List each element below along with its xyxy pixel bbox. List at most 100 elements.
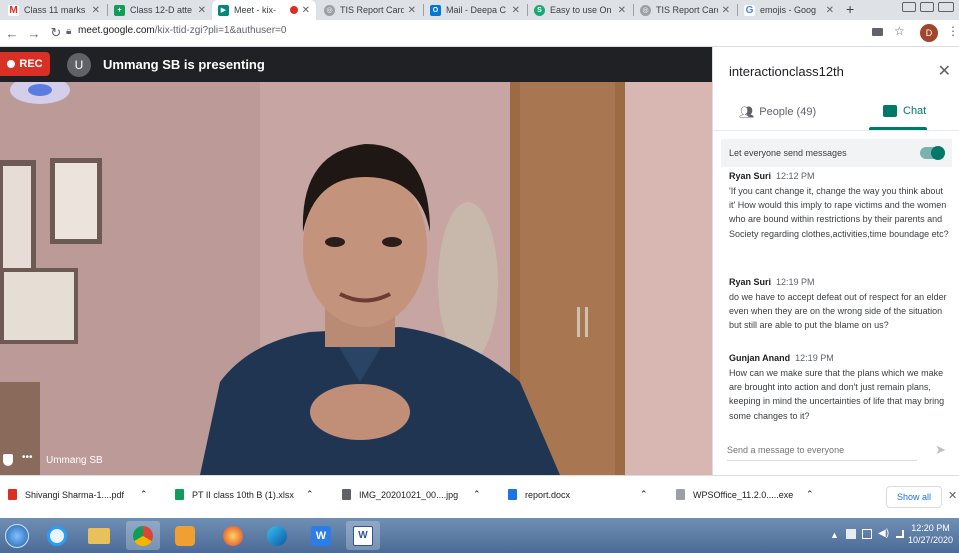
download-chevron-icon[interactable]: ⌃ [640, 489, 648, 500]
reload-icon[interactable]: ↻ [48, 25, 64, 41]
forward-arrow-icon[interactable]: → [26, 25, 42, 41]
camera-icon[interactable] [872, 28, 883, 36]
tab-close-icon[interactable]: ✕ [618, 5, 626, 16]
download-item[interactable]: PT II class 10th B (1).xlsx [175, 489, 294, 500]
pin-icon[interactable] [3, 454, 13, 466]
people-label: People (49) [759, 106, 817, 118]
wps-writer-icon[interactable]: W [304, 521, 338, 550]
clock-time: 12:20 PM [911, 523, 950, 533]
message-author: Ryan Suri [729, 277, 772, 287]
meet-icon: ▶ [218, 4, 229, 16]
minimize-window-icon[interactable] [902, 2, 916, 12]
start-button[interactable] [0, 521, 34, 550]
tab-title: emojis - Goog [760, 5, 817, 15]
lock-icon[interactable]: 🔒︎ [66, 26, 71, 37]
url-path: /kix-ttid-zgi?pli=1&authuser=0 [154, 25, 287, 36]
word-icon[interactable]: W [346, 521, 380, 550]
download-name: IMG_20201021_00....jpg [359, 489, 459, 500]
panel-title: interactionclass12th [729, 64, 844, 79]
tab-easy-to-use[interactable]: S Easy to use On ✕ [528, 0, 632, 20]
profile-avatar[interactable]: D [920, 24, 938, 42]
volume-icon[interactable]: ◀) [878, 528, 889, 539]
globe-icon: ◎ [324, 4, 335, 16]
toggle-label: Let everyone send messages [729, 148, 847, 158]
browser-tab-strip: M Class 11 marks ✕ + Class 12-D atte ✕ ▶… [0, 0, 959, 20]
tab-close-icon[interactable]: ✕ [198, 5, 206, 16]
tab-meet[interactable]: ▶ Meet - kix- ✕ [212, 0, 316, 20]
clock-date: 10/27/2020 [907, 535, 953, 545]
message-text: do we have to accept defeat out of respe… [729, 292, 947, 331]
google-icon: G [744, 4, 755, 16]
download-item[interactable]: Shivangi Sharma-1....pdf [8, 489, 124, 500]
gmail-icon: M [8, 4, 19, 16]
download-chevron-icon[interactable]: ⌃ [806, 489, 814, 500]
star-icon[interactable]: ☆ [894, 24, 905, 38]
tile-name: Ummang SB [46, 455, 103, 466]
download-item[interactable]: report.docx [508, 489, 570, 500]
restore-window-icon[interactable] [920, 2, 934, 12]
tab-report-card-2[interactable]: ◎ TIS Report Card ✕ [634, 0, 736, 20]
sheets-icon: + [114, 4, 125, 16]
firefox-icon[interactable] [216, 521, 250, 550]
outlook-icon: O [430, 4, 441, 16]
close-icon[interactable]: ✕ [938, 61, 951, 81]
tab-close-icon[interactable]: ✕ [512, 5, 520, 16]
tab-google[interactable]: G emojis - Goog ✕ [738, 0, 840, 20]
chat-message-input[interactable] [727, 445, 917, 455]
tab-title: Easy to use On [550, 5, 612, 15]
download-item[interactable]: WPSOffice_11.2.0.....exe [676, 489, 793, 500]
tab-close-icon[interactable]: ✕ [408, 5, 416, 16]
new-tab-button[interactable]: + [846, 1, 854, 17]
presenting-text: Ummang SB is presenting [103, 57, 265, 72]
recording-dot-icon [289, 6, 298, 14]
chrome-icon[interactable] [126, 521, 160, 550]
flag-icon[interactable] [846, 529, 856, 539]
show-all-button[interactable]: Show all [886, 486, 942, 508]
download-chevron-icon[interactable]: ⌃ [140, 489, 148, 500]
xlsx-file-icon [175, 489, 184, 500]
close-icon[interactable]: ✕ [948, 489, 957, 502]
tab-title: Mail - Deepa C [446, 5, 507, 15]
send-icon[interactable]: ➤ [935, 442, 946, 458]
browser-toolbar: ← → ↻ 🔒︎ meet.google.com/kix-ttid-zgi?pl… [0, 20, 959, 47]
rec-label: REC [19, 58, 43, 70]
tray-expand-icon[interactable]: ▲ [830, 530, 839, 540]
network-icon[interactable] [862, 529, 872, 539]
meeting-details-panel: interactionclass12th ✕ 👥︎ People (49) Ch… [712, 47, 959, 475]
tab-chat[interactable]: Chat [883, 105, 926, 117]
edge-icon[interactable] [260, 521, 294, 550]
back-arrow-icon[interactable]: ← [4, 25, 20, 41]
globe-icon: ◎ [640, 4, 651, 16]
downloads-bar: Shivangi Sharma-1....pdf ⌃ PT II class 1… [0, 475, 959, 518]
tab-close-icon[interactable]: ✕ [92, 5, 100, 16]
signal-icon[interactable] [896, 530, 904, 538]
close-window-icon[interactable] [938, 2, 954, 12]
people-icon: 👥︎ [739, 105, 755, 119]
exe-file-icon [676, 489, 685, 500]
tab-sheets[interactable]: + Class 12-D atte ✕ [108, 0, 212, 20]
presenter-avatar: U [67, 53, 91, 77]
system-clock[interactable]: 12:20 PM 10/27/2020 [908, 522, 953, 546]
video-tile[interactable]: ••• Ummang SB [0, 82, 712, 475]
message-time: 12:19 PM [795, 353, 834, 363]
file-explorer-icon[interactable] [82, 521, 116, 550]
internet-explorer-icon[interactable] [40, 521, 74, 550]
tab-people[interactable]: 👥︎ People (49) [739, 105, 816, 119]
send-messages-toggle[interactable] [920, 146, 945, 160]
tab-gmail[interactable]: M Class 11 marks ✕ [2, 0, 106, 20]
tab-close-icon[interactable]: ✕ [722, 5, 730, 16]
tab-title: Class 12-D atte [130, 5, 193, 15]
download-chevron-icon[interactable]: ⌃ [473, 489, 481, 500]
tab-outlook[interactable]: O Mail - Deepa C ✕ [424, 0, 526, 20]
media-player-icon[interactable] [168, 521, 202, 550]
tab-close-icon[interactable]: ✕ [302, 5, 310, 16]
download-name: report.docx [525, 489, 571, 500]
download-item[interactable]: IMG_20201021_00....jpg [342, 489, 458, 500]
tab-report-card[interactable]: ◎ TIS Report Card ✕ [318, 0, 422, 20]
more-options-icon[interactable]: ••• [22, 452, 33, 463]
recording-badge: REC [0, 52, 50, 76]
menu-dots-icon[interactable]: ⋮ [947, 24, 959, 38]
tab-close-icon[interactable]: ✕ [826, 5, 834, 16]
address-bar[interactable]: meet.google.com/kix-ttid-zgi?pli=1&authu… [78, 25, 286, 36]
download-chevron-icon[interactable]: ⌃ [306, 489, 314, 500]
